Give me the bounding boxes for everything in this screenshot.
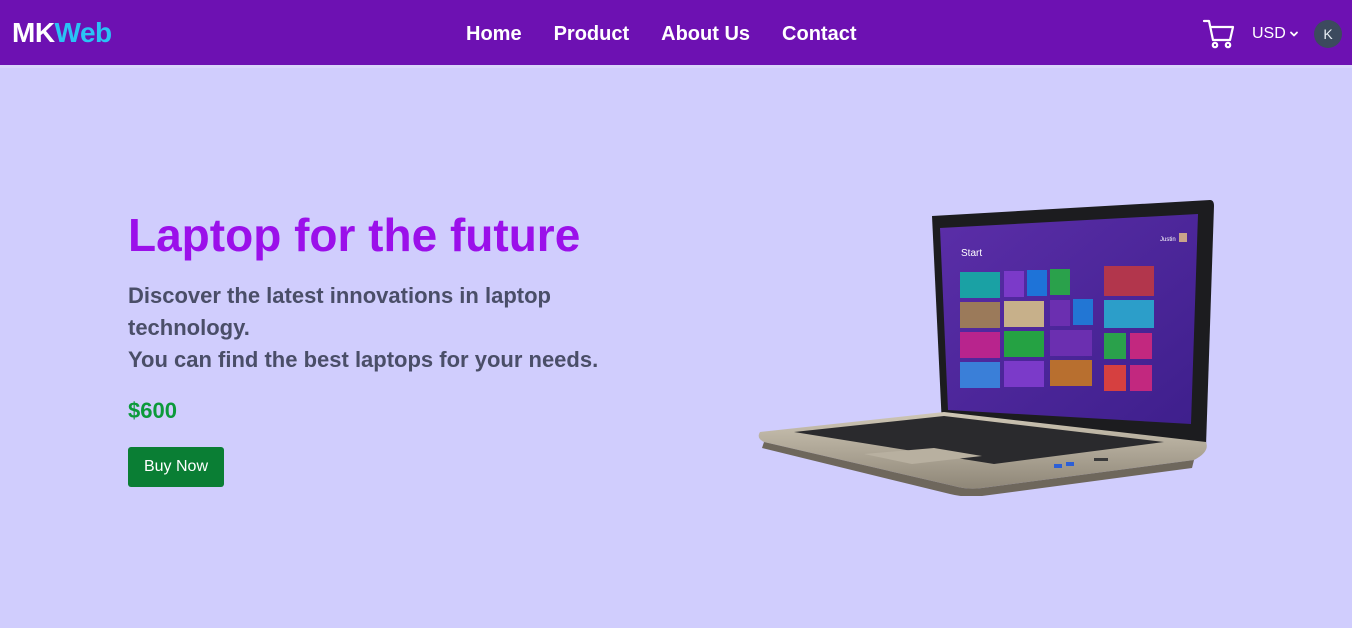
currency-selector[interactable]: USD <box>1252 24 1299 44</box>
hero-description-line-1: Discover the latest innovations in lapto… <box>128 283 551 340</box>
avatar[interactable]: K <box>1314 20 1342 48</box>
shopping-cart-icon[interactable] <box>1202 18 1236 50</box>
hero-description: Discover the latest innovations in lapto… <box>128 280 668 376</box>
laptop-image: Start Justin <box>754 196 1216 497</box>
laptop-screen-user: Justin <box>1160 237 1176 243</box>
nav-product[interactable]: Product <box>554 21 630 47</box>
laptop-screen-start: Start <box>961 248 982 259</box>
hero-title: Laptop for the future <box>128 209 581 261</box>
buy-now-button[interactable]: Buy Now <box>128 447 224 487</box>
main-nav: Home Product About Us Contact <box>466 21 856 47</box>
chevron-down-icon <box>1289 31 1298 37</box>
navbar: MKWeb Home Product About Us Contact USD … <box>0 0 1352 68</box>
site-logo[interactable]: MKWeb <box>12 16 112 50</box>
logo-mk: MK <box>12 17 55 48</box>
nav-contact[interactable]: Contact <box>782 21 856 47</box>
hero-description-line-2: You can find the best laptops for your n… <box>128 347 599 372</box>
bottom-divider <box>0 628 1352 632</box>
product-price: $600 <box>128 398 177 423</box>
nav-about-us[interactable]: About Us <box>661 21 750 47</box>
currency-value: USD <box>1252 25 1286 42</box>
nav-home[interactable]: Home <box>466 21 522 47</box>
logo-web: Web <box>54 17 113 48</box>
